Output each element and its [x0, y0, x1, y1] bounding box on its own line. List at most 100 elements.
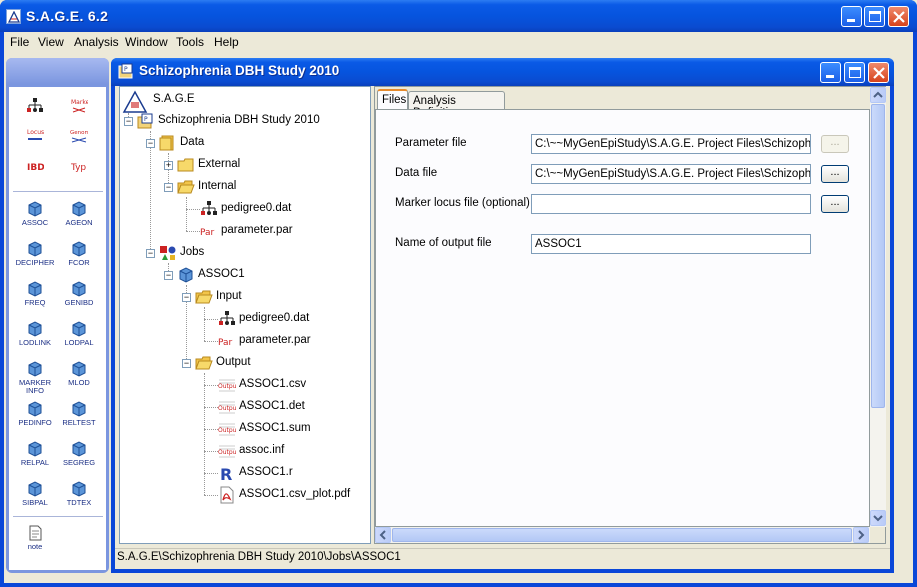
maximize-button[interactable]	[864, 6, 885, 27]
sibpal-tool[interactable]: SIBPAL	[13, 480, 57, 507]
expand-icon[interactable]: +	[164, 161, 173, 170]
app-titlebar[interactable]: S.A.G.E. 6.2	[0, 0, 917, 32]
svg-text:Marker: Marker	[71, 99, 88, 106]
lodpal-tool[interactable]: LODPAL	[57, 320, 101, 347]
menu-view[interactable]: View	[38, 35, 64, 49]
typ-tool[interactable]: Typ	[57, 157, 101, 175]
markerinfo-tool[interactable]: MARKER INFO	[13, 360, 57, 395]
collapse-icon[interactable]: −	[182, 293, 191, 302]
vertical-scroll-thumb[interactable]	[871, 104, 885, 408]
assoc-label: ASSOC	[21, 218, 49, 227]
horizontal-scrollbar[interactable]	[375, 527, 870, 543]
tdtex-tool[interactable]: TDTEX	[57, 480, 101, 507]
lodlink-label: LODLINK	[18, 338, 52, 347]
ageon-label: AGEON	[65, 218, 93, 227]
horizontal-scroll-thumb[interactable]	[392, 528, 852, 542]
data-file-field[interactable]: C:\~~MyGenEpiStudy\S.A.G.E. Project File…	[531, 164, 811, 184]
marker-tool[interactable]: Marker	[57, 97, 101, 115]
data-folder-icon	[159, 135, 174, 151]
minimize-button[interactable]	[841, 6, 862, 27]
ibd-tool[interactable]: IBD	[13, 157, 57, 175]
data-file-label: Data file	[395, 167, 438, 179]
collapse-icon[interactable]: −	[146, 249, 155, 258]
cube-icon	[28, 481, 42, 497]
menu-bar: File View Analysis Window Tools Help	[4, 32, 913, 52]
menu-analysis[interactable]: Analysis	[74, 35, 119, 49]
tree-internal-label: Internal	[198, 180, 237, 192]
project-titlebar[interactable]: P Schizophrenia DBH Study 2010	[111, 58, 894, 86]
app-title: S.A.G.E. 6.2	[26, 8, 109, 24]
project-title: Schizophrenia DBH Study 2010	[139, 63, 340, 78]
marker-file-field[interactable]	[531, 194, 811, 214]
locus-tool[interactable]: Locus	[13, 127, 57, 145]
data-browse-button[interactable]: ...	[821, 165, 849, 183]
fcor-tool[interactable]: FCOR	[57, 240, 101, 267]
note-label: note	[27, 542, 43, 551]
parameter-file-label: Parameter file	[395, 137, 467, 149]
marker-browse-button[interactable]: ...	[821, 195, 849, 213]
vertical-scrollbar[interactable]	[870, 87, 886, 527]
files-tab-page: Parameter file C:\~~MyGenEpiStudy\S.A.G.…	[375, 109, 870, 527]
output-name-field[interactable]: ASSOC1	[531, 234, 811, 254]
svg-text:Output: Output	[218, 449, 236, 456]
par-file-icon: Par	[218, 338, 233, 348]
mlod-tool[interactable]: MLOD	[57, 360, 101, 387]
folder-icon	[177, 158, 194, 172]
collapse-icon[interactable]: −	[164, 271, 173, 280]
cube-icon	[72, 481, 86, 497]
pedigree-icon	[219, 311, 235, 325]
project-tree[interactable]: S.A.G.E − P Schizophrenia DBH Study 2010…	[119, 86, 371, 544]
scroll-left-button[interactable]	[375, 527, 391, 543]
project-minimize-button[interactable]	[820, 62, 841, 83]
genome-tool[interactable]: Genome	[57, 127, 101, 145]
project-icon: P	[118, 63, 133, 79]
lodlink-tool[interactable]: LODLINK	[13, 320, 57, 347]
tab-analysis-definition[interactable]: Analysis Definition	[408, 91, 505, 119]
svg-text:R: R	[220, 465, 232, 482]
collapse-icon[interactable]: −	[164, 183, 173, 192]
ageon-tool[interactable]: AGEON	[57, 200, 101, 227]
menu-file[interactable]: File	[10, 35, 29, 49]
scroll-right-button[interactable]	[853, 527, 869, 543]
segreg-tool[interactable]: SEGREG	[57, 440, 101, 467]
parameter-file-field[interactable]: C:\~~MyGenEpiStudy\S.A.G.E. Project File…	[531, 134, 811, 154]
scroll-down-button[interactable]	[870, 510, 886, 526]
menu-help[interactable]: Help	[214, 35, 239, 49]
relpal-label: RELPAL	[20, 458, 50, 467]
tree-output-label: ASSOC1.det	[239, 400, 305, 412]
assoc-tool[interactable]: ASSOC	[13, 200, 57, 227]
collapse-icon[interactable]: −	[182, 359, 191, 368]
output-file-icon: Output	[218, 423, 236, 436]
reltest-tool[interactable]: RELTEST	[57, 400, 101, 427]
client-area: Marker Locus Genome IBD Typ ASSOC	[4, 52, 913, 583]
parameter-browse-button[interactable]: ...	[821, 135, 849, 153]
collapse-icon[interactable]: −	[146, 139, 155, 148]
output-name-label: Name of output file	[395, 237, 492, 249]
pedinfo-tool[interactable]: PEDINFO	[13, 400, 57, 427]
pedigree-tool[interactable]	[13, 97, 57, 115]
cube-icon	[28, 241, 42, 257]
output-file-icon: Output	[218, 445, 236, 458]
tree-external-label: External	[198, 158, 241, 170]
tab-files[interactable]: Files	[377, 89, 408, 111]
svg-text:Genome: Genome	[70, 130, 88, 136]
palette-divider	[13, 191, 103, 192]
genibd-tool[interactable]: GENIBD	[57, 280, 101, 307]
menu-window[interactable]: Window	[125, 35, 168, 49]
svg-text:Par: Par	[200, 228, 215, 238]
menu-tools[interactable]: Tools	[176, 35, 204, 49]
relpal-tool[interactable]: RELPAL	[13, 440, 57, 467]
collapse-icon[interactable]: −	[124, 117, 133, 126]
freq-tool[interactable]: FREQ	[13, 280, 57, 307]
decipher-tool[interactable]: DECIPHER	[13, 240, 57, 267]
note-tool[interactable]: note	[13, 524, 57, 551]
project-icon: P	[137, 113, 153, 129]
decipher-label: DECIPHER	[15, 258, 55, 267]
scroll-up-button[interactable]	[870, 87, 886, 103]
project-close-button[interactable]	[868, 62, 889, 83]
tree-input-pedigree-label: pedigree0.dat	[239, 312, 310, 324]
project-maximize-button[interactable]	[844, 62, 865, 83]
palette-divider	[13, 516, 103, 517]
cube-icon	[72, 321, 86, 337]
close-button[interactable]	[888, 6, 909, 27]
